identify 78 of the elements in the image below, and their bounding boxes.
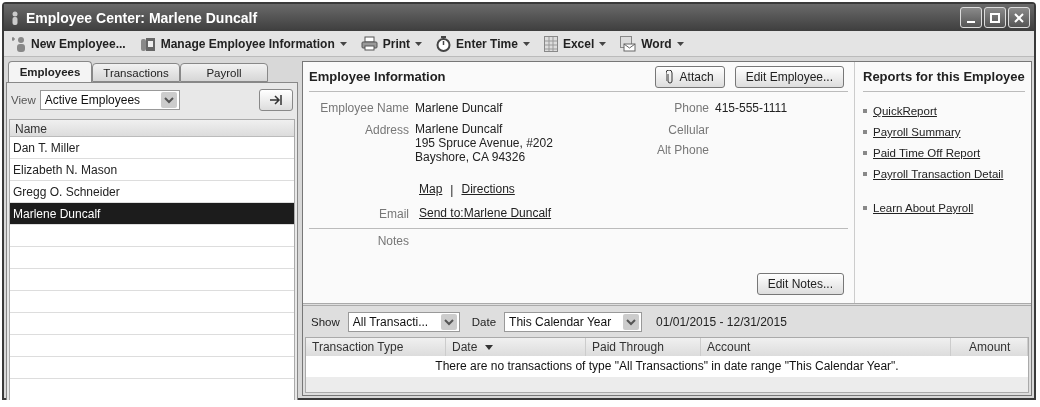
field-value: Marlene Duncalf: [415, 100, 503, 116]
section-title: Employee Information: [309, 69, 447, 84]
report-link[interactable]: Payroll Summary: [873, 126, 961, 138]
caret-icon: [415, 41, 423, 46]
address-line: Bayshore, CA 94326: [415, 150, 527, 164]
column-header[interactable]: Paid Through: [586, 338, 701, 356]
bullet-icon: [863, 109, 867, 113]
edit-employee-button[interactable]: Edit Employee...: [734, 65, 844, 88]
date-label: Date: [471, 316, 497, 328]
field-label: Alt Phone: [655, 142, 709, 158]
bullet-icon: [863, 130, 867, 134]
paperclip-icon: [665, 69, 674, 84]
caret-icon: [339, 41, 347, 46]
address-line: Marlene Duncalf: [415, 122, 504, 136]
clipboard-icon: [139, 35, 156, 52]
edit-notes-button[interactable]: Edit Notes...: [756, 273, 844, 295]
help-link[interactable]: Learn About Payroll: [873, 202, 974, 214]
person-icon: [12, 10, 18, 25]
directions-link[interactable]: Directions: [461, 182, 515, 198]
column-header: Name: [10, 120, 294, 137]
printer-icon: [360, 36, 378, 51]
section-title: Reports for this Employee: [863, 69, 1025, 84]
window-title: Employee Center: Marlene Duncalf: [26, 9, 259, 26]
tab[interactable]: Payroll: [180, 63, 268, 82]
close-icon: [1014, 12, 1024, 23]
tab[interactable]: Employees: [8, 61, 92, 82]
field-label: Email: [378, 206, 409, 222]
toolbar-button[interactable]: New Employee...: [12, 35, 126, 52]
bullet-icon: [863, 172, 867, 176]
caret-icon: [522, 41, 530, 46]
maximize-button[interactable]: [984, 7, 1006, 28]
field-value: 415-555-1111: [715, 100, 788, 116]
toolbar-button[interactable]: Excel: [543, 35, 607, 52]
caret-icon: [599, 41, 607, 46]
field-label: Phone: [673, 100, 709, 116]
bullet-icon: [863, 151, 867, 155]
field-label: Notes: [376, 233, 409, 250]
toolbar-button[interactable]: Word: [620, 35, 684, 52]
sort-arrow-icon: [485, 344, 494, 350]
spreadsheet-icon: [543, 35, 558, 52]
document-envelope-icon: [620, 35, 637, 52]
show-select[interactable]: All Transacti...: [347, 312, 460, 332]
bullet-icon: [863, 206, 867, 210]
toolbar-button[interactable]: Manage Employee Information: [139, 35, 347, 52]
column-header[interactable]: Account: [701, 338, 951, 356]
maximize-icon: [990, 12, 1000, 23]
employee-row[interactable]: Marlene Duncalf: [10, 203, 294, 225]
minimize-button[interactable]: [960, 7, 982, 28]
close-button[interactable]: [1008, 7, 1030, 28]
toolbar-button[interactable]: Print: [360, 36, 423, 51]
field-label: Employee Name: [319, 100, 409, 116]
date-select[interactable]: This Calendar Year: [504, 312, 643, 332]
column-header[interactable]: Amount: [963, 338, 1028, 356]
separator: |: [450, 182, 454, 198]
field-label: Cellular: [667, 122, 709, 138]
report-link[interactable]: QuickReport: [873, 105, 937, 117]
minimize-icon: [967, 20, 975, 23]
email-link[interactable]: Send to:Marlene Duncalf: [419, 206, 552, 220]
field-label: Address: [363, 122, 409, 138]
report-link[interactable]: Paid Time Off Report: [873, 147, 981, 159]
tab[interactable]: Transactions: [92, 63, 180, 82]
arrow-to-bar-icon: [269, 95, 283, 105]
attach-button[interactable]: Attach: [654, 65, 725, 88]
empty-message: There are no transactions of type "All Transactions" in date range "This Calendar Year".: [434, 358, 900, 375]
column-header[interactable]: Date: [446, 338, 586, 356]
map-link[interactable]: Map: [419, 182, 443, 198]
show-label: Show: [311, 316, 340, 328]
report-link[interactable]: Payroll Transaction Detail: [873, 168, 1004, 180]
address-line: 195 Spruce Avenue, #202: [415, 136, 553, 150]
stopwatch-icon: [436, 35, 452, 52]
person-plus-icon: [12, 35, 26, 52]
caret-icon: [676, 41, 684, 46]
view-select[interactable]: Active Employees: [39, 90, 180, 110]
toolbar-button[interactable]: Enter Time: [436, 35, 530, 52]
date-range: 01/01/2015 - 12/31/2015: [656, 314, 787, 330]
view-label: View: [11, 94, 36, 106]
column-header[interactable]: Transaction Type: [306, 338, 446, 356]
collapse-button[interactable]: [259, 89, 293, 111]
